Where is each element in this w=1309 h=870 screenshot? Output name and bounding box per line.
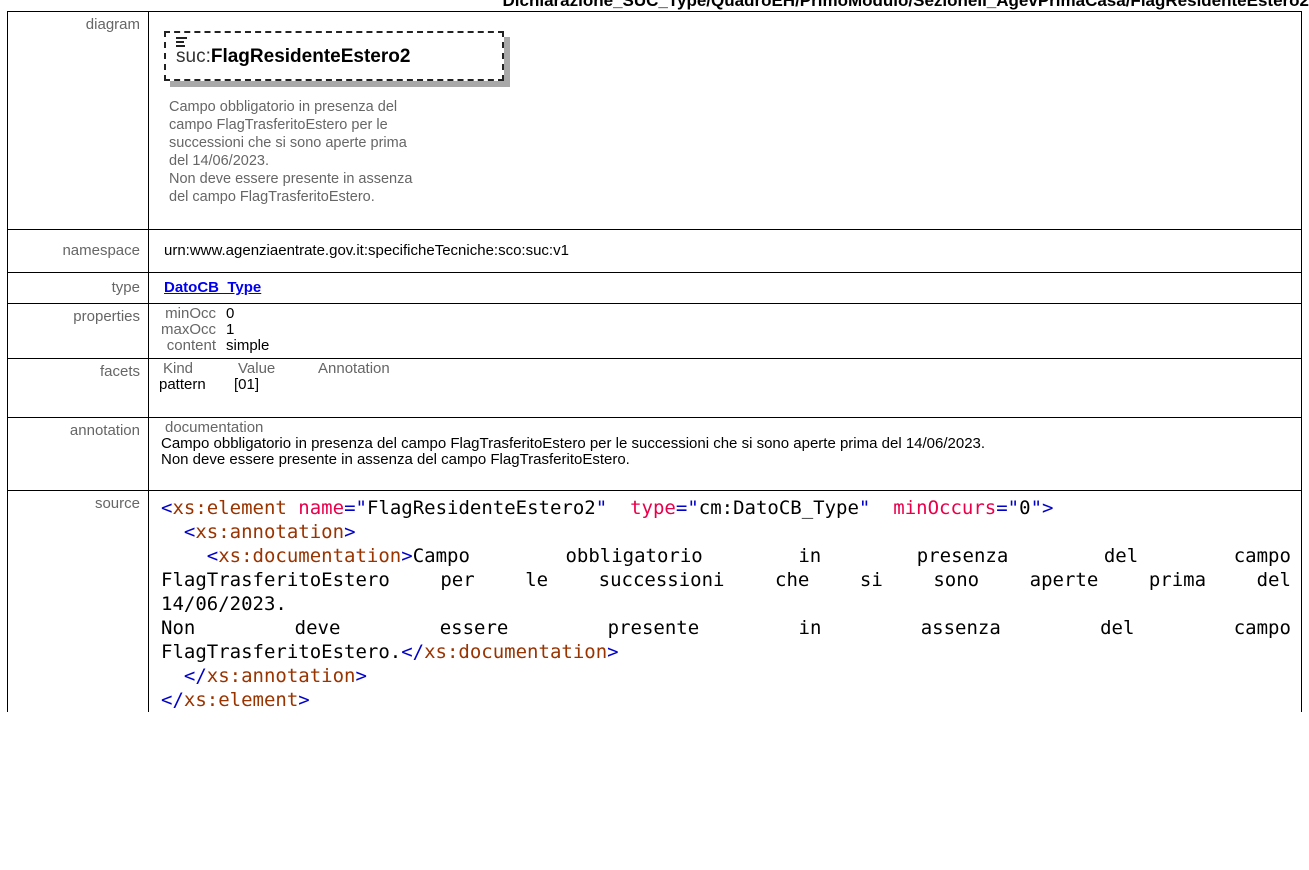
annotation-heading: documentation <box>165 419 264 436</box>
facets-table: Kind Value Annotation pattern [01] <box>159 361 1301 393</box>
source-row: source <xs:element name="FlagResidenteEs… <box>7 490 1302 712</box>
namespace-row: namespace urn:www.agenziaentrate.gov.it:… <box>7 229 1302 273</box>
facets-header-annotation: Annotation <box>318 360 390 377</box>
diagram-cell: suc:FlagResidenteEstero2 Campo obbligato… <box>148 11 1302 230</box>
property-value: 0 <box>226 305 235 322</box>
row-label-facets: facets <box>7 358 149 418</box>
facet-kind: pattern <box>159 376 206 393</box>
row-label-annotation: annotation <box>7 417 149 491</box>
element-doc-table: diagram suc:FlagResidenteEstero2 Campo o… <box>7 11 1302 712</box>
facets-header-kind: Kind <box>163 360 194 377</box>
element-box-label: suc:FlagResidenteEstero2 <box>176 46 411 67</box>
source-doc-line: <xs:documentation>Campo obbligatorio in pre… <box>206 545 1291 567</box>
property-key: maxOcc <box>160 321 216 338</box>
annotation-line: Non deve essere presente in assenza del … <box>161 451 630 468</box>
xsd-source: <xs:element name="FlagResidenteEstero2" … <box>161 497 1291 711</box>
property-value: simple <box>226 337 270 354</box>
facets-header-value: Value <box>238 360 276 377</box>
property-value: 1 <box>226 321 235 338</box>
element-description: Campo obbligatorio in presenza del campo… <box>169 99 413 205</box>
row-label-properties: properties <box>7 303 149 359</box>
properties-row: properties minOcc 0 maxOcc 1 content simple <box>7 303 1302 359</box>
source-doc-line: Non deve essere presente in assenza del campo <box>161 617 1291 639</box>
row-label-type: type <box>7 272 149 304</box>
annotation-line: Campo obbligatorio in presenza del campo… <box>161 435 986 452</box>
element-box[interactable]: suc:FlagResidenteEstero2 <box>164 31 504 81</box>
diagram-row: diagram suc:FlagResidenteEstero2 Campo o… <box>7 11 1302 230</box>
page-title: Dichiarazione_SUC_Type/QuadroEH/PrimoMod… <box>502 0 1309 10</box>
facet-annotation <box>314 377 424 393</box>
facet-value: [01] <box>234 376 260 393</box>
row-label-diagram: diagram <box>7 11 149 230</box>
type-link[interactable]: DatoCB_Type <box>164 279 261 296</box>
source-code: <xs:element name="FlagResidenteEstero2" … <box>148 490 1302 712</box>
namespace-value: urn:www.agenziaentrate.gov.it:specifiche… <box>148 229 1302 273</box>
row-label-namespace: namespace <box>7 229 149 273</box>
type-row: type DatoCB_Type <box>7 272 1302 304</box>
row-label-source: source <box>7 490 149 712</box>
annotation-row: annotation documentation Campo obbligato… <box>7 417 1302 491</box>
property-key: minOcc <box>165 305 216 322</box>
properties-list: minOcc 0 maxOcc 1 content simple <box>159 306 1301 354</box>
source-doc-line: FlagTrasferitoEstero per le successioni che s… <box>161 569 1291 591</box>
property-key: content <box>166 337 216 354</box>
annotation-body: Campo obbligatorio in presenza del campo… <box>161 436 1301 468</box>
facets-row: facets Kind Value Annotation pattern [01… <box>7 358 1302 418</box>
